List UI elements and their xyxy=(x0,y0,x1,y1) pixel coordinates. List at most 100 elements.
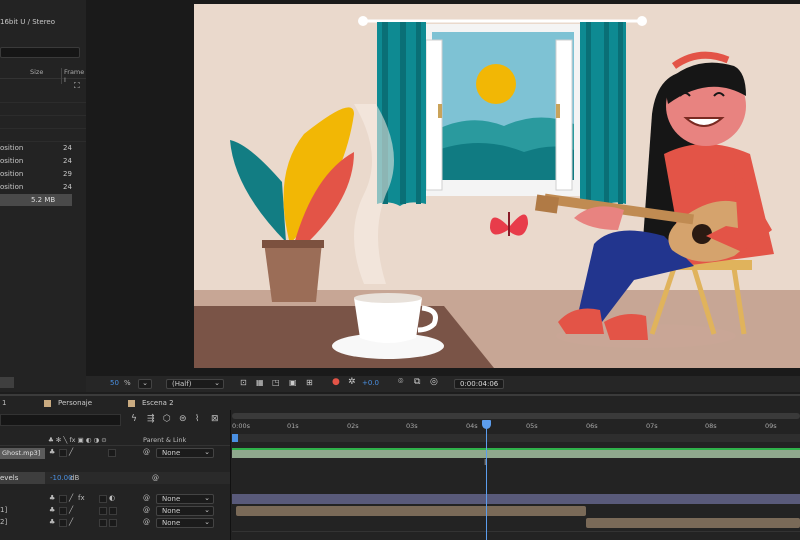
chart-icon[interactable]: ⊠ xyxy=(211,414,219,424)
switch-box[interactable] xyxy=(109,519,117,527)
switch-box[interactable] xyxy=(59,495,67,503)
frame-blending-icon[interactable]: ⬡ xyxy=(163,414,171,424)
ruler-tick: 07s xyxy=(646,422,658,430)
ruler-tick: 09s xyxy=(765,422,777,430)
pickwhip-icon[interactable]: @ xyxy=(143,518,150,526)
fx-icon[interactable]: fx xyxy=(78,494,85,502)
property-name: evels xyxy=(0,472,45,484)
viewer-toolbar: 50 % ⌄ (Half) ⌄ ⊡ ▦ ◳ ▣ ⊞ ● ✲ +0.0 ⌾ ⧉ ◎ … xyxy=(86,376,800,392)
parent-dropdown[interactable]: None ⌄ xyxy=(156,494,214,504)
parent-dropdown[interactable]: None ⌄ xyxy=(156,448,214,458)
snapshot-camera-icon[interactable]: ⌾ xyxy=(398,377,403,387)
ruler-tick: 08s xyxy=(705,422,717,430)
audio-cursor-icon: I xyxy=(484,458,487,467)
switch-box[interactable] xyxy=(99,495,107,503)
switch-box[interactable] xyxy=(108,449,116,457)
switch-box[interactable] xyxy=(59,449,67,457)
comp-color-swatch xyxy=(128,400,135,407)
ruler-tick: 03s xyxy=(406,422,418,430)
mask-visibility-icon[interactable]: ◳ xyxy=(272,378,280,387)
motion-blur-icon[interactable]: ⊜ xyxy=(179,414,187,424)
table-row[interactable]: ♣ ╱ fx ◐ @ None ⌄ xyxy=(0,494,230,505)
rod-end-left xyxy=(358,16,368,26)
quality-icon: ╱ xyxy=(69,518,74,526)
plant-leaf-teal xyxy=(230,140,286,242)
zoom-level[interactable]: 50 xyxy=(110,379,119,387)
chevron-down-icon: ⌄ xyxy=(204,448,210,456)
guides-icon[interactable]: ⊞ xyxy=(306,378,313,387)
bpc-button[interactable] xyxy=(0,377,14,388)
hand-left xyxy=(574,206,624,230)
exposure-value[interactable]: +0.0 xyxy=(362,379,379,387)
time-ruler[interactable]: 0:00s 01s 02s 03s 04s 05s 06s 07s 08s 09… xyxy=(232,410,800,436)
adjustment-layer-icon: ◐ xyxy=(109,494,116,502)
list-item[interactable]: osition 24 xyxy=(0,181,86,194)
composition-canvas[interactable] xyxy=(194,4,800,368)
list-item[interactable]: osition 24 xyxy=(0,155,86,168)
table-row[interactable]: 2] ♣ ╱ @ None ⌄ xyxy=(0,518,230,529)
parent-dropdown[interactable]: None ⌄ xyxy=(156,506,214,516)
switch-box[interactable] xyxy=(59,519,67,527)
list-item[interactable]: osition 29 xyxy=(0,168,86,181)
pickwhip-icon[interactable]: @ xyxy=(143,494,150,502)
color-picker-icon[interactable]: ◎ xyxy=(430,377,438,387)
show-snapshot-icon[interactable]: ⧉ xyxy=(414,377,420,387)
switch-box[interactable] xyxy=(99,507,107,515)
region-of-interest-icon[interactable]: ▣ xyxy=(289,378,297,387)
timeline-search-input[interactable] xyxy=(0,414,121,426)
pickwhip-icon[interactable]: @ xyxy=(143,506,150,514)
ruler-tick: 02s xyxy=(347,422,359,430)
shy-layers-icon[interactable]: ⇶ xyxy=(147,414,155,424)
draft-3d-icon[interactable]: ϟ xyxy=(131,414,137,424)
switch-box[interactable] xyxy=(99,519,107,527)
timecode-display[interactable]: 0:00:04:06 xyxy=(454,379,504,389)
table-row[interactable]: 1] ♣ ╱ @ None ⌄ xyxy=(0,506,230,517)
switch-box[interactable] xyxy=(109,507,117,515)
composition-viewer[interactable] xyxy=(86,0,800,376)
audio-info: 16bit U / Stereo xyxy=(0,18,56,26)
tab-escena-2[interactable]: Escena 2 xyxy=(142,399,174,407)
tab-comp-1[interactable]: 1 xyxy=(2,399,6,407)
ruler-tick: 0:00s xyxy=(232,422,250,430)
comp-color-swatch xyxy=(44,400,51,407)
zoom-dropdown[interactable]: ⌄ xyxy=(138,379,152,389)
playhead[interactable] xyxy=(482,420,491,540)
quality-icon: ╱ xyxy=(69,494,74,502)
cache-bar xyxy=(232,434,800,442)
chevron-down-icon: ⌄ xyxy=(204,494,210,502)
sun xyxy=(476,64,516,104)
layer-bar[interactable] xyxy=(586,518,800,528)
resolution-dropdown[interactable]: (Half) ⌄ xyxy=(166,379,224,389)
fast-previews-icon[interactable]: ⊡ xyxy=(240,378,247,387)
expression-pickwhip-icon[interactable]: @ xyxy=(152,474,159,482)
audio-layer-bar[interactable] xyxy=(232,448,800,458)
column-divider[interactable] xyxy=(230,410,231,540)
scene-illustration xyxy=(194,16,800,368)
tab-personaje[interactable]: Personaje xyxy=(58,399,92,407)
butterfly xyxy=(490,212,528,236)
layer-bar[interactable] xyxy=(236,506,586,516)
pickwhip-icon[interactable]: @ xyxy=(143,448,150,456)
table-row[interactable]: Ghost.mp3] ♣ ╱ @ None ⌄ xyxy=(0,448,230,459)
switch-box[interactable] xyxy=(59,507,67,515)
transparency-grid-icon[interactable]: ▦ xyxy=(256,378,264,387)
graph-editor-icon[interactable]: ⌇ xyxy=(195,414,199,424)
layer-bar[interactable] xyxy=(232,494,800,504)
ruler-tick: 04s xyxy=(466,422,478,430)
chevron-down-icon: ⌄ xyxy=(214,379,220,387)
list-item[interactable]: osition 24 xyxy=(0,142,86,155)
list-item-selected[interactable]: 5.2 MB xyxy=(0,194,72,206)
color-channels-icon[interactable]: ● xyxy=(332,377,340,387)
table-top xyxy=(194,306,494,368)
quality-icon: ╱ xyxy=(69,448,74,456)
parent-link-header: Parent & Link xyxy=(143,436,187,444)
exposure-reset-icon[interactable]: ✲ xyxy=(348,377,356,387)
parent-dropdown[interactable]: None ⌄ xyxy=(156,518,214,528)
project-empty-rows xyxy=(0,90,86,142)
audio-icon: ♣ xyxy=(49,448,56,456)
table-row[interactable]: evels -10.00 dB @ xyxy=(0,472,230,484)
project-search-input[interactable] xyxy=(0,47,80,58)
chevron-down-icon: ⌄ xyxy=(204,506,210,514)
playhead-handle-icon xyxy=(482,420,491,429)
size-column-header[interactable]: Size xyxy=(30,68,43,76)
